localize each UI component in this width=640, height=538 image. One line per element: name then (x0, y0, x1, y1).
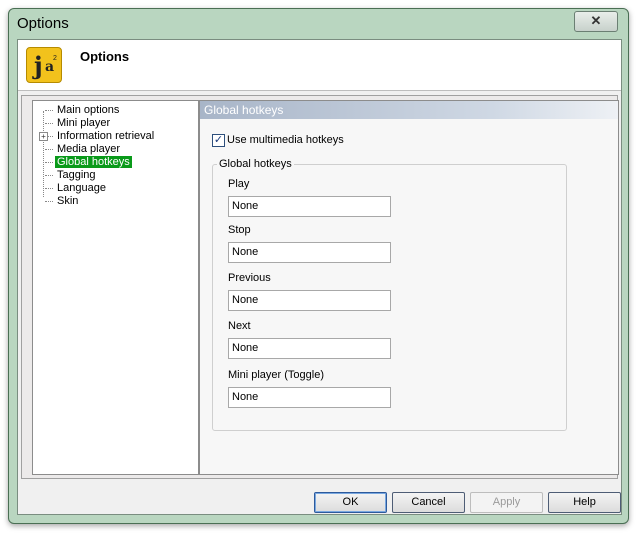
options-body: Main options Mini player + Information r… (21, 95, 619, 479)
next-hotkey-input[interactable]: None (228, 338, 391, 359)
next-label: Next (228, 320, 251, 332)
cancel-button[interactable]: Cancel (392, 492, 465, 513)
settings-panel: Global hotkeys ✓ Use multimedia hotkeys … (199, 100, 619, 475)
apply-button[interactable]: Apply (470, 492, 543, 513)
mini-player-toggle-hotkey-input[interactable]: None (228, 387, 391, 408)
play-hotkey-input[interactable]: None (228, 196, 391, 217)
tree-item-mini-player[interactable]: Mini player (45, 117, 112, 130)
tree-item-skin[interactable]: Skin (45, 195, 80, 208)
dialog-header: j a 2 Options (18, 40, 621, 91)
tree-item-media-player[interactable]: Media player (45, 143, 122, 156)
use-multimedia-checkbox[interactable]: ✓ (212, 134, 225, 147)
title-bar[interactable]: Options ✕ (9, 9, 628, 39)
play-label: Play (228, 178, 250, 190)
use-multimedia-label: Use multimedia hotkeys (227, 134, 344, 146)
header-title: Options (80, 49, 130, 64)
stop-label: Stop (228, 224, 251, 236)
tree-item-language[interactable]: Language (45, 182, 108, 195)
tree-item-information-retrieval[interactable]: + Information retrieval (39, 130, 156, 143)
tree-item-global-hotkeys[interactable]: Global hotkeys (45, 156, 132, 169)
group-legend: Global hotkeys (217, 158, 294, 170)
previous-hotkey-input[interactable]: None (228, 290, 391, 311)
tree-item-tagging[interactable]: Tagging (45, 169, 98, 182)
previous-label: Previous (228, 272, 271, 284)
options-window: Options ✕ j a 2 Options Main options Min… (8, 8, 629, 524)
window-title: Options (17, 15, 69, 32)
close-icon: ✕ (590, 13, 602, 28)
stop-hotkey-input[interactable]: None (228, 242, 391, 263)
tree-connector (43, 111, 44, 197)
ja2-app-icon: j a 2 (26, 47, 62, 83)
help-button[interactable]: Help (548, 492, 621, 513)
ok-button[interactable]: OK (314, 492, 387, 513)
mini-player-toggle-label: Mini player (Toggle) (228, 369, 324, 381)
global-hotkeys-group: Global hotkeys Play None Stop None Previ… (212, 158, 567, 431)
dialog-client: j a 2 Options Main options Mini player +… (17, 39, 622, 515)
options-tree[interactable]: Main options Mini player + Information r… (32, 100, 199, 475)
expand-icon[interactable]: + (39, 132, 48, 141)
tree-item-main-options[interactable]: Main options (45, 104, 121, 117)
close-button[interactable]: ✕ (574, 11, 618, 32)
panel-title: Global hotkeys (200, 101, 618, 119)
